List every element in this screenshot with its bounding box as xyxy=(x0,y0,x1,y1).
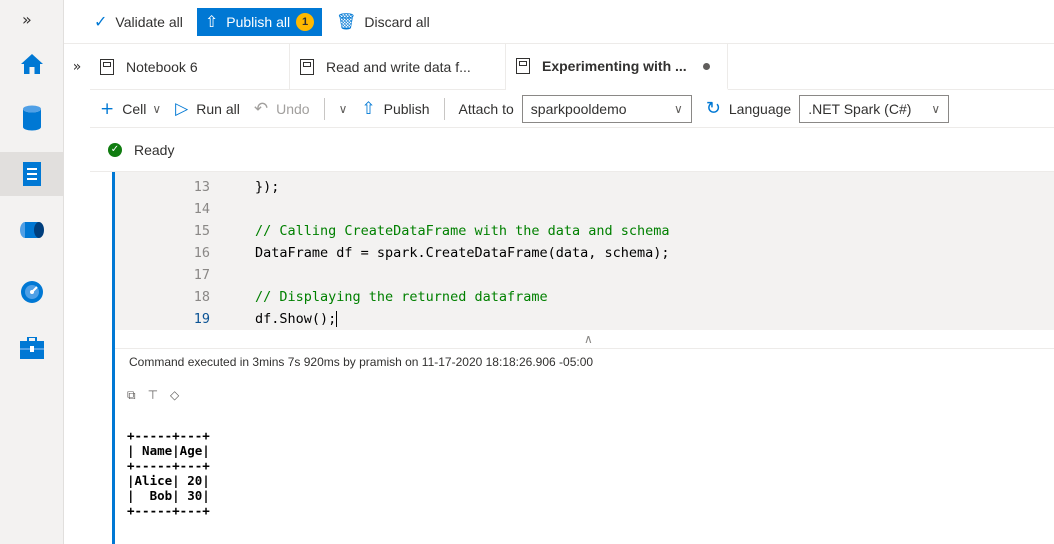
tab-notebook-6[interactable]: Notebook 6 xyxy=(90,44,290,90)
undo-button[interactable]: ↶ Undo xyxy=(254,99,310,119)
publish-all-button[interactable]: ⇧ Publish all 1 xyxy=(196,7,323,36)
data-icon[interactable] xyxy=(0,96,64,140)
unsaved-indicator-icon xyxy=(702,62,710,70)
line-number: 14 xyxy=(193,200,210,217)
attach-to-value: sparkpooldemo xyxy=(530,100,627,117)
code-text-current: df.Show(); xyxy=(255,310,338,327)
language-label: Language xyxy=(728,100,792,117)
collapse-chevron-up-icon[interactable]: ∧ xyxy=(584,332,593,346)
code-text: df.Show(); xyxy=(255,310,337,327)
code-cell[interactable]: 13 }); 14 15 // Calling CreateDataFrame … xyxy=(112,172,1054,544)
toolbar-divider xyxy=(323,97,325,120)
attach-to-label: Attach to xyxy=(458,100,514,117)
line-number: 13 xyxy=(193,178,210,195)
notebook-icon xyxy=(516,58,530,74)
code-line: 16 DataFrame df = spark.CreateDataFrame(… xyxy=(115,241,1054,264)
filter-icon[interactable]: ⊤ xyxy=(148,388,158,403)
undo-icon: ↶ xyxy=(253,98,269,119)
tab-experimenting-with[interactable]: Experimenting with ... xyxy=(506,44,728,90)
execution-summary: Command executed in 3mins 7s 920ms by pr… xyxy=(129,355,594,369)
code-text: }); xyxy=(255,178,280,195)
line-number: 16 xyxy=(193,244,210,261)
run-all-label: Run all xyxy=(196,100,240,117)
code-line: 14 xyxy=(115,197,1054,220)
checkmark-icon: ✓ xyxy=(94,12,108,31)
discard-all-button[interactable]: 🗑 Discard all xyxy=(330,8,436,36)
manage-icon[interactable] xyxy=(0,326,64,370)
code-text: DataFrame df = spark.CreateDataFrame(dat… xyxy=(255,244,670,261)
validate-all-button[interactable]: ✓ Validate all xyxy=(88,8,189,36)
tab-bar: Notebook 6 Read and write data f... Expe… xyxy=(90,44,1054,90)
undo-label: Undo xyxy=(276,100,310,117)
play-icon: ▷ xyxy=(175,98,189,119)
code-editor[interactable]: 13 }); 14 15 // Calling CreateDataFrame … xyxy=(115,172,1054,330)
upload-icon: ⇧ xyxy=(361,98,376,119)
monitor-icon[interactable] xyxy=(0,270,64,314)
validate-all-label: Validate all xyxy=(115,13,183,30)
ready-check-icon: ✓ xyxy=(108,142,122,157)
trash-icon: 🗑 xyxy=(336,12,357,31)
line-number: 15 xyxy=(193,222,210,239)
tab-label: Notebook 6 xyxy=(126,59,198,75)
code-comment: // Displaying the returned dataframe xyxy=(255,288,548,305)
notebook-toolbar: + Cell ∨ ▷ Run all ↶ Undo ∨ ⇧ Publish At… xyxy=(90,90,1054,128)
chevron-down-icon: ∨ xyxy=(674,101,683,116)
tab-label: Experimenting with ... xyxy=(542,58,687,74)
line-number: 17 xyxy=(193,266,210,283)
cell-divider xyxy=(115,348,1054,349)
language-select[interactable]: .NET Spark (C#) ∨ xyxy=(799,94,950,123)
copy-icon[interactable]: ⧉ xyxy=(127,388,136,403)
left-rail: » xyxy=(0,0,64,544)
code-line: 19 df.Show(); xyxy=(115,307,1054,330)
cell-output: +-----+---+ | Name|Age| +-----+---+ |Ali… xyxy=(127,428,210,518)
output-toolbar: ⧉ ⊤ ◇ xyxy=(127,388,191,403)
refresh-icon[interactable]: ↻ xyxy=(706,98,721,119)
command-bar: ✓ Validate all ⇧ Publish all 1 🗑 Discard… xyxy=(64,0,1054,44)
expand-rail-icon[interactable]: » xyxy=(22,10,32,29)
status-text: Ready xyxy=(134,141,175,158)
publish-button[interactable]: ⇧ Publish xyxy=(361,99,429,119)
develop-icon[interactable] xyxy=(0,152,64,196)
integrate-icon[interactable] xyxy=(0,208,64,252)
upload-icon: ⇧ xyxy=(204,12,219,31)
code-comment: // Calling CreateDataFrame with the data… xyxy=(255,222,670,239)
attach-to-select[interactable]: sparkpooldemo ∨ xyxy=(521,94,692,123)
home-icon[interactable] xyxy=(0,42,64,86)
notebook-icon xyxy=(100,59,114,75)
text-cursor xyxy=(336,310,338,327)
chevron-down-icon: ∨ xyxy=(152,101,162,116)
add-cell-button[interactable]: + Cell ∨ xyxy=(100,99,161,119)
expand-explorer-icon[interactable]: » xyxy=(64,44,90,90)
undo-dropdown[interactable]: ∨ xyxy=(339,102,348,116)
line-number: 19 xyxy=(193,310,210,327)
tab-label: Read and write data f... xyxy=(326,59,471,75)
chevron-down-icon: ∨ xyxy=(931,101,941,116)
publish-count-badge: 1 xyxy=(296,12,315,31)
clear-output-icon[interactable]: ◇ xyxy=(170,388,179,403)
publish-all-label: Publish all xyxy=(226,13,291,30)
chevron-down-icon: ∨ xyxy=(338,101,348,116)
code-line: 18 // Displaying the returned dataframe xyxy=(115,285,1054,308)
toolbar-divider xyxy=(443,97,445,120)
line-number: 18 xyxy=(193,288,210,305)
run-all-button[interactable]: ▷ Run all xyxy=(175,99,240,119)
code-line: 17 xyxy=(115,263,1054,286)
notebook-icon xyxy=(300,59,314,75)
tab-read-and-write-data[interactable]: Read and write data f... xyxy=(290,44,506,90)
publish-label: Publish xyxy=(383,100,430,117)
language-value: .NET Spark (C#) xyxy=(808,100,912,117)
cell-label: Cell xyxy=(122,100,147,117)
plus-icon: + xyxy=(100,98,115,119)
discard-all-label: Discard all xyxy=(364,13,430,30)
session-status: ✓ Ready xyxy=(90,128,1054,172)
code-line: 13 }); xyxy=(115,175,1054,198)
code-line: 15 // Calling CreateDataFrame with the d… xyxy=(115,219,1054,242)
